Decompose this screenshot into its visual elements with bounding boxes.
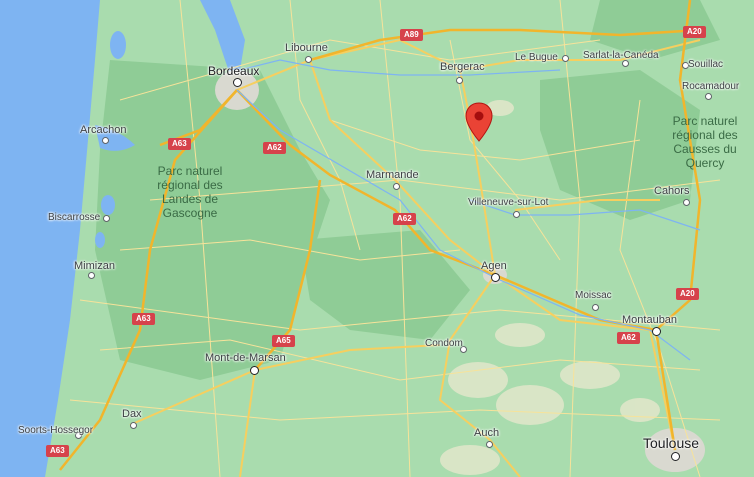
road-shield-a89: A89 bbox=[400, 29, 423, 41]
place-bordeaux[interactable]: Bordeaux bbox=[208, 64, 259, 78]
place-biscarrosse[interactable]: Biscarrosse bbox=[48, 212, 100, 223]
bergerac-dot bbox=[456, 77, 463, 84]
road-shield-a63-mimizan: A63 bbox=[132, 313, 155, 325]
park-causses-du-quercy: Parc naturel régional des Causses du Que… bbox=[672, 114, 738, 170]
place-rocamadour[interactable]: Rocamadour bbox=[682, 81, 739, 92]
place-agen[interactable]: Agen bbox=[481, 260, 507, 272]
montauban-dot bbox=[652, 327, 661, 336]
map-base-layer bbox=[0, 0, 721, 477]
road-shield-a65: A65 bbox=[272, 335, 295, 347]
agen-dot bbox=[491, 273, 500, 282]
mont-de-marsan-dot bbox=[250, 366, 259, 375]
map-canvas[interactable]: Parc naturel régional des Landes de Gasc… bbox=[0, 0, 754, 477]
marmande-dot bbox=[393, 183, 400, 190]
moissac-dot bbox=[592, 304, 599, 311]
place-cahors[interactable]: Cahors bbox=[654, 185, 689, 197]
place-mont-de-marsan[interactable]: Mont-de-Marsan bbox=[205, 352, 286, 364]
road-shield-a20-top: A20 bbox=[683, 26, 706, 38]
bordeaux-dot bbox=[233, 78, 242, 87]
place-marmande[interactable]: Marmande bbox=[366, 169, 419, 181]
place-mimizan[interactable]: Mimizan bbox=[74, 260, 115, 272]
place-sarlat[interactable]: Sarlat-la-Canéda bbox=[583, 50, 659, 61]
road-shield-a62-montauban: A62 bbox=[617, 332, 640, 344]
park-landes-de-gascogne: Parc naturel régional des Landes de Gasc… bbox=[157, 164, 223, 220]
place-souillac[interactable]: Souillac bbox=[688, 59, 723, 70]
auch-dot bbox=[486, 441, 493, 448]
place-dax[interactable]: Dax bbox=[122, 408, 142, 420]
place-libourne[interactable]: Libourne bbox=[285, 42, 328, 54]
biscarrosse-dot bbox=[103, 215, 110, 222]
road-shield-a20-mid: A20 bbox=[676, 288, 699, 300]
rocamadour-dot bbox=[705, 93, 712, 100]
location-pin-icon[interactable] bbox=[464, 102, 494, 142]
sarlat-dot bbox=[622, 60, 629, 67]
place-arcachon[interactable]: Arcachon bbox=[80, 124, 126, 136]
place-montauban[interactable]: Montauban bbox=[622, 314, 677, 326]
road-shield-a62-marmande: A62 bbox=[393, 213, 416, 225]
atlantic-ocean bbox=[0, 0, 100, 477]
dax-dot bbox=[130, 422, 137, 429]
road-shield-a63-bottom: A63 bbox=[46, 445, 69, 457]
place-bergerac[interactable]: Bergerac bbox=[440, 61, 485, 73]
road-shield-a63-arcachon: A63 bbox=[168, 138, 191, 150]
place-moissac[interactable]: Moissac bbox=[575, 290, 612, 301]
le-bugue-dot bbox=[562, 55, 569, 62]
toulouse-dot bbox=[671, 452, 680, 461]
road-shield-a62-bordeaux: A62 bbox=[263, 142, 286, 154]
place-soorts-hossegor[interactable]: Soorts-Hossegor bbox=[18, 425, 93, 436]
place-villeneuve-sur-lot[interactable]: Villeneuve-sur-Lot bbox=[468, 197, 548, 208]
libourne-dot bbox=[305, 56, 312, 63]
cahors-dot bbox=[683, 199, 690, 206]
place-toulouse[interactable]: Toulouse bbox=[643, 435, 699, 451]
place-le-bugue[interactable]: Le Bugue bbox=[515, 52, 558, 63]
place-auch[interactable]: Auch bbox=[474, 427, 499, 439]
arcachon-dot bbox=[102, 137, 109, 144]
mimizan-dot bbox=[88, 272, 95, 279]
villeneuve-dot bbox=[513, 211, 520, 218]
place-condom[interactable]: Condom bbox=[425, 338, 463, 349]
